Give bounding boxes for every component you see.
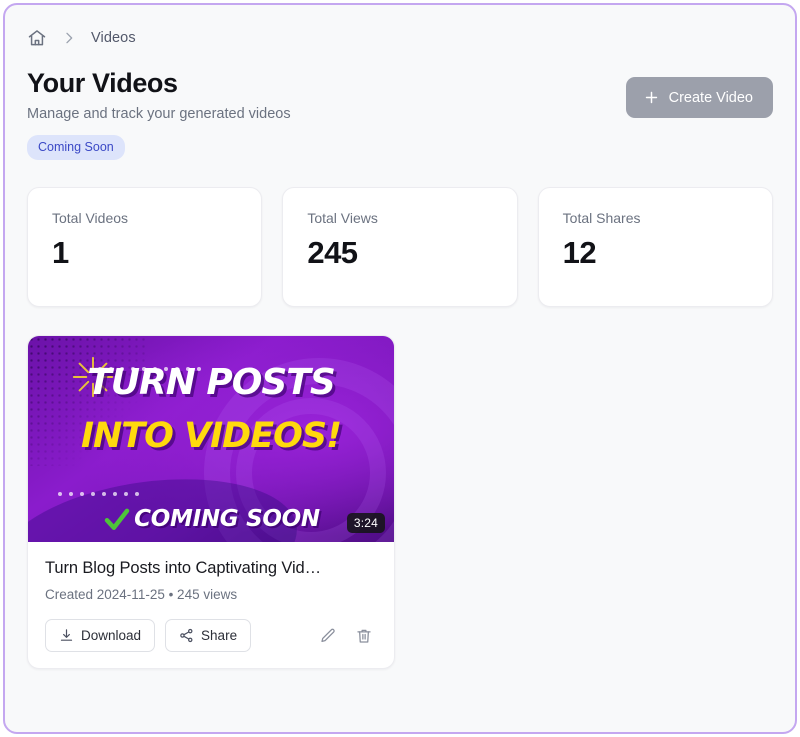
video-card[interactable]: TURN POSTS INTO VIDEOS! COMING SOON 3:24… <box>27 335 395 670</box>
stat-value: 245 <box>307 235 358 271</box>
breadcrumb-current[interactable]: Videos <box>91 30 136 46</box>
stat-label: Total Views <box>307 210 378 227</box>
thumbnail-coming-soon: COMING SOON <box>28 504 394 534</box>
video-title: Turn Blog Posts into Captivating Vid… <box>45 559 322 578</box>
stat-card-total-views: Total Views 245 <box>282 187 518 308</box>
video-grid: TURN POSTS INTO VIDEOS! COMING SOON 3:24… <box>5 307 795 670</box>
create-video-button[interactable]: Create Video <box>625 77 773 118</box>
video-card-actions: Download Share <box>45 619 377 653</box>
thumbnail-headline-1: TURN POSTS <box>87 362 336 404</box>
stats-row: Total Videos 1 Total Views 245 Total Sha… <box>5 160 795 308</box>
page-header: Your Videos Manage and track your genera… <box>5 48 795 161</box>
delete-video-button[interactable] <box>351 623 377 649</box>
stat-card-total-shares: Total Shares 12 <box>537 187 773 308</box>
download-icon <box>59 628 74 643</box>
video-meta: Created 2024-11-25 • 245 views <box>45 587 238 603</box>
video-duration-badge: 3:24 <box>346 513 385 534</box>
share-nodes-icon <box>179 628 194 643</box>
video-card-body: Turn Blog Posts into Captivating Vid… Cr… <box>28 542 394 668</box>
pencil-icon <box>319 627 337 645</box>
create-video-label: Create Video <box>668 89 753 106</box>
stat-label: Total Shares <box>562 210 641 227</box>
home-icon[interactable] <box>27 28 47 48</box>
app-window: Videos Your Videos Manage and track your… <box>3 3 797 734</box>
share-button[interactable]: Share <box>165 619 252 653</box>
stat-card-total-videos: Total Videos 1 <box>27 187 263 308</box>
decor-dots-bottom <box>58 492 139 497</box>
breadcrumb: Videos <box>5 5 795 48</box>
stat-label: Total Videos <box>52 210 129 227</box>
edit-video-button[interactable] <box>315 623 341 649</box>
check-mark-icon <box>102 504 132 534</box>
download-label: Download <box>81 628 142 644</box>
video-thumbnail[interactable]: TURN POSTS INTO VIDEOS! COMING SOON 3:24 <box>28 336 394 543</box>
thumbnail-headline-2: INTO VIDEOS! <box>80 416 342 457</box>
stat-value: 12 <box>562 235 597 271</box>
trash-icon <box>355 627 373 645</box>
share-label: Share <box>201 628 238 644</box>
stat-value: 1 <box>52 235 69 271</box>
plus-icon <box>643 89 660 106</box>
thumbnail-overlay-text: COMING SOON <box>134 506 320 533</box>
status-badge: Coming Soon <box>27 135 125 161</box>
download-button[interactable]: Download <box>45 619 156 653</box>
chevron-right-icon <box>61 30 77 46</box>
